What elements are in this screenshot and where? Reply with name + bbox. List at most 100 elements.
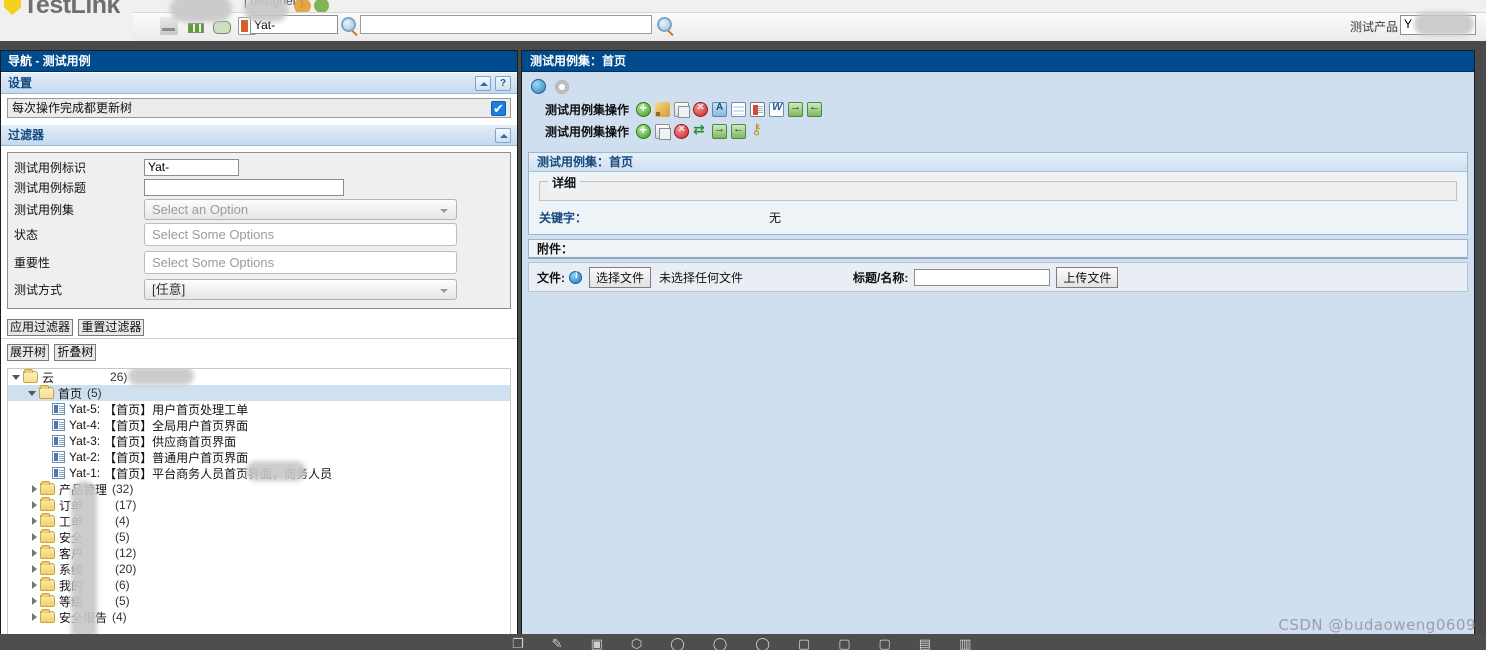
testcase-icon	[52, 403, 65, 415]
gear-icon[interactable]	[555, 79, 570, 94]
chevron-down-icon	[12, 374, 20, 380]
doc-icon[interactable]	[750, 101, 766, 117]
app-icon[interactable]: ◯	[670, 636, 685, 650]
testcase-title: 【首页】全局用户首页界面	[104, 418, 249, 433]
search-icon[interactable]	[657, 17, 672, 32]
tree-folder-count: (4)	[115, 514, 130, 528]
attachment-upload-row: 文件: 选择文件 未选择任何文件 标题/名称: 上传文件	[528, 262, 1468, 292]
copy-icon[interactable]	[655, 123, 672, 140]
testsuite-panel: 测试用例集：首页 测试用例集操作 测试用例集操作	[521, 50, 1475, 635]
testcase-tree[interactable]: 云 26) 首页 (5) Yat-5: 【首页】用户首页处理工单 Yat-4: …	[7, 368, 511, 634]
detail-pane: 测试用例集：首页 详细 关键字： 无	[528, 152, 1468, 235]
folder-icon	[40, 609, 55, 623]
app-icon[interactable]: ◯	[755, 636, 770, 650]
tree-folder-count: (4)	[112, 610, 127, 624]
list-item[interactable]: Yat-5: 【首页】用户首页处理工单	[8, 401, 510, 417]
testsuite-select-value: Select an Option	[152, 202, 249, 217]
update-tree-checkbox[interactable]	[491, 99, 506, 118]
folder-icon	[40, 545, 55, 559]
add-icon[interactable]	[636, 122, 652, 139]
edit-icon[interactable]	[655, 101, 671, 117]
keyword-label: 关键字：	[539, 211, 588, 225]
chevron-down-icon	[28, 390, 36, 396]
attachments-header: 附件：	[528, 239, 1468, 259]
testcase-id: Yat-2:	[69, 450, 101, 464]
detail-fieldset: 详细	[539, 174, 1457, 201]
testcase-icon	[52, 435, 65, 447]
execution-type-select-value: [任意]	[152, 282, 186, 297]
filter-row-importance: 重要性 Select Some Options	[14, 251, 504, 274]
redaction-overlay	[128, 369, 194, 385]
app-icon[interactable]: ▥	[959, 636, 971, 650]
tree-folder-count: (17)	[115, 498, 137, 512]
folder-icon	[40, 513, 55, 527]
expand-tree-button[interactable]: 展开树	[7, 344, 50, 361]
word-icon[interactable]	[769, 101, 785, 117]
testcase-id-input[interactable]: Yat-	[144, 159, 239, 176]
importance-multiselect[interactable]: Select Some Options	[144, 251, 457, 274]
app-icon[interactable]: ▣	[591, 636, 603, 650]
app-icon[interactable]: ▤	[919, 636, 931, 650]
navigation-panel: 导航 - 测试用例 设置 ? 每次操作完成都更新树 过滤器 测试用例标识 Yat…	[0, 50, 518, 635]
info-icon[interactable]	[569, 270, 582, 284]
app-icon[interactable]: ▢	[879, 636, 891, 650]
testcase-icon	[52, 451, 65, 463]
testsuite-panel-title: 测试用例集：首页	[522, 51, 1474, 72]
app-icon[interactable]: ⬡	[631, 636, 642, 650]
export-icon[interactable]	[731, 123, 747, 139]
export-icon[interactable]	[807, 101, 823, 117]
app-icon[interactable]: ✎	[552, 636, 563, 650]
global-search-input[interactable]	[360, 15, 652, 34]
app-icon[interactable]: ▢	[838, 636, 850, 650]
tree-root-node[interactable]: 云 26)	[8, 369, 510, 385]
search-icon[interactable]	[341, 17, 356, 32]
file-label: 文件:	[537, 270, 565, 285]
app-icon[interactable]: ▢	[798, 636, 810, 650]
apply-filter-button[interactable]: 应用过滤器	[7, 319, 74, 336]
settings-help-button[interactable]: ?	[495, 76, 511, 91]
key-icon[interactable]	[750, 120, 765, 139]
filter-label: 状态	[14, 228, 39, 242]
grid-icon[interactable]	[731, 101, 747, 117]
folder-icon	[40, 481, 55, 495]
navigation-panel-title: 导航 - 测试用例	[1, 51, 517, 72]
shield-icon	[4, 0, 21, 15]
choose-file-button[interactable]: 选择文件	[589, 266, 652, 288]
status-multiselect[interactable]: Select Some Options	[144, 223, 457, 246]
filter-row-execution-type: 测试方式 [任意]	[14, 279, 504, 300]
import-icon[interactable]	[788, 101, 804, 117]
reset-filter-button[interactable]: 重置过滤器	[78, 319, 145, 336]
filter-form: 测试用例标识 Yat- 测试用例标题 测试用例集 Select an Optio…	[7, 152, 511, 309]
list-item[interactable]: Yat-4: 【首页】全局用户首页界面	[8, 417, 510, 433]
testcase-title: 【首页】供应商首页界面	[104, 434, 237, 449]
delete-icon[interactable]	[674, 123, 690, 139]
tree-node-selected[interactable]: 首页 (5)	[8, 385, 510, 401]
shuffle-icon[interactable]	[693, 121, 708, 139]
filter-collapse-button[interactable]	[495, 128, 511, 143]
copy-icon[interactable]	[674, 101, 691, 118]
app-icon[interactable]: ❐	[512, 636, 524, 650]
add-icon[interactable]	[636, 100, 652, 117]
redaction-overlay	[1414, 12, 1474, 36]
delete-icon[interactable]	[693, 101, 709, 117]
attachment-title-input[interactable]	[914, 268, 1051, 286]
globe-icon[interactable]	[531, 79, 546, 95]
testcase-title-input[interactable]	[144, 179, 344, 196]
chevron-right-icon	[32, 501, 37, 509]
collapse-tree-button[interactable]: 折叠树	[54, 344, 97, 361]
move-icon[interactable]	[712, 101, 728, 117]
testcase-id: Yat-4:	[69, 418, 101, 432]
app-header: TestLink [ designer ] Yat- 测试产品 Y	[0, 0, 1486, 41]
execution-type-select[interactable]: [任意]	[144, 279, 457, 300]
filter-row-testcase-id: 测试用例标识 Yat-	[14, 159, 504, 176]
list-item[interactable]: Yat-3: 【首页】供应商首页界面	[8, 433, 510, 449]
tree-controls: 展开树 折叠树	[1, 338, 517, 366]
keyword-value: 无	[769, 211, 782, 225]
chevron-right-icon	[32, 485, 37, 493]
app-icon[interactable]: ◯	[713, 636, 728, 650]
import-icon[interactable]	[712, 123, 728, 139]
upload-file-button[interactable]: 上传文件	[1056, 266, 1119, 288]
settings-collapse-button[interactable]	[475, 76, 491, 91]
tree-folder-count: (5)	[115, 530, 130, 544]
testsuite-select[interactable]: Select an Option	[144, 199, 457, 220]
